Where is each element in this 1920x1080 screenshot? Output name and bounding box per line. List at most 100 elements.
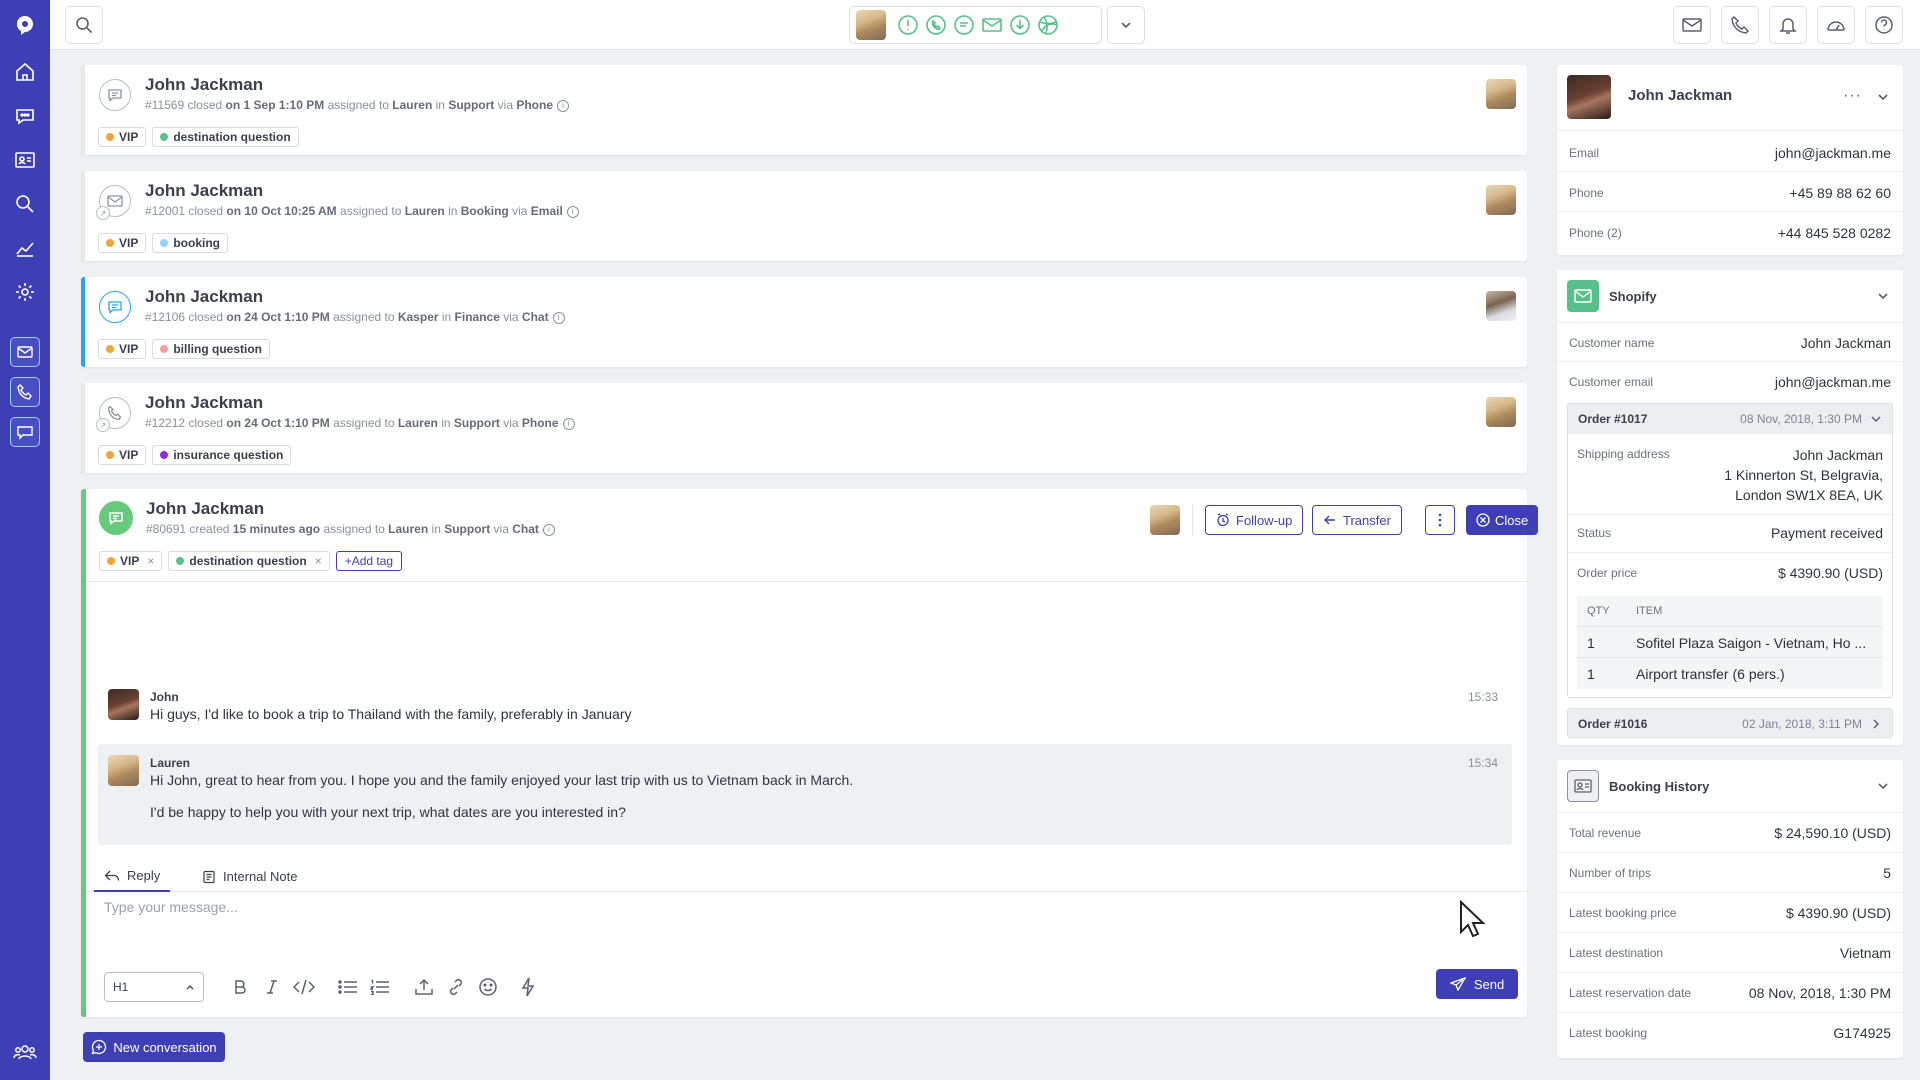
close-conversation-button[interactable]: Close (1466, 505, 1539, 535)
divider (1557, 972, 1903, 973)
link-icon[interactable] (440, 972, 472, 1002)
conversation-meta: #12106 closed on 24 Oct 1:10 PM assigned… (145, 310, 565, 324)
contact-avatar (1567, 75, 1611, 119)
contact-name: John Jackman (146, 499, 265, 518)
author-name: Lauren (150, 756, 191, 770)
home-icon[interactable] (0, 50, 50, 94)
assignee-avatar[interactable] (1150, 505, 1180, 535)
customer-email-row: Customer email john@jackman.me (1569, 374, 1891, 390)
remove-tag-icon[interactable]: × (147, 554, 154, 568)
message-input[interactable]: Type your message... (104, 899, 238, 915)
order-header[interactable]: Order #1016 02 Jan, 2018, 3:11 PM (1568, 709, 1892, 739)
add-tag-button[interactable]: +Add tag (335, 551, 403, 571)
conversation-card[interactable]: ↗ John Jackman #12001 closed on 10 Oct 1… (81, 171, 1527, 261)
phone-button[interactable] (1721, 6, 1759, 44)
lightning-icon[interactable] (512, 972, 544, 1002)
info-icon[interactable]: i (542, 523, 555, 536)
conversations-icon[interactable] (0, 94, 50, 138)
emoji-icon[interactable] (472, 972, 504, 1002)
tag: booking (152, 233, 229, 253)
divider (1557, 322, 1903, 323)
settings-icon[interactable] (0, 270, 50, 314)
new-conversation-button[interactable]: New conversation (83, 1032, 225, 1062)
upload-icon[interactable] (408, 972, 440, 1002)
send-button[interactable]: Send (1436, 969, 1518, 999)
contact-phone[interactable]: +45 89 88 62 60 (1789, 185, 1891, 201)
chat-bubble-icon (99, 291, 131, 323)
more-vertical-icon (1438, 513, 1442, 527)
more-options-button[interactable] (1425, 505, 1455, 535)
info-icon[interactable]: i (566, 205, 579, 218)
agent-status-bar[interactable] (849, 6, 1102, 44)
send-icon (1449, 977, 1466, 991)
bullet-list-icon[interactable] (332, 972, 364, 1002)
tab-internal-note[interactable]: Internal Note (196, 861, 303, 892)
contacts-icon[interactable] (0, 138, 50, 182)
tag-list: VIP destination question (98, 127, 299, 147)
info-icon[interactable]: i (562, 417, 575, 430)
notifications-button[interactable] (1769, 6, 1807, 44)
chevron-down-icon[interactable] (1876, 779, 1890, 793)
bold-icon[interactable] (224, 972, 256, 1002)
item-qty: 1 (1587, 666, 1595, 682)
message-time: 15:34 (1467, 756, 1498, 770)
chat-status-icon[interactable] (952, 13, 976, 37)
numbered-list-icon[interactable] (364, 972, 396, 1002)
order-card[interactable]: Order #1016 02 Jan, 2018, 3:11 PM (1567, 708, 1893, 739)
mouse-cursor-icon (1460, 900, 1485, 938)
reports-icon[interactable] (0, 226, 50, 270)
qty-header: QTY (1587, 605, 1610, 617)
chevron-down-icon[interactable] (1876, 90, 1890, 104)
contact-email[interactable]: john@jackman.me (1775, 145, 1891, 161)
email-button[interactable] (1673, 6, 1711, 44)
message-text: Hi John, great to hear from you. I hope … (150, 772, 854, 788)
assignee-avatar (1486, 185, 1516, 215)
tab-reply[interactable]: Reply (94, 861, 171, 892)
email-channel-icon[interactable] (10, 337, 40, 367)
more-horizontal-icon[interactable]: ··· (1843, 87, 1862, 105)
code-icon[interactable] (288, 972, 320, 1002)
download-status-icon[interactable] (1008, 13, 1032, 37)
booking-row: Number of trips 5 (1569, 865, 1891, 881)
conversation-card[interactable]: ↗ John Jackman #12212 closed on 24 Oct 1… (81, 383, 1527, 473)
logo-icon[interactable] (0, 0, 50, 50)
transfer-button[interactable]: Transfer (1312, 505, 1402, 535)
order-header[interactable]: Order #1017 08 Nov, 2018, 1:30 PM (1568, 404, 1892, 434)
global-search-button[interactable] (65, 6, 103, 44)
tag: billing question (152, 339, 271, 359)
remove-tag-icon[interactable]: × (315, 554, 322, 568)
heading-select[interactable]: H1 (104, 972, 204, 1002)
email-status-icon[interactable] (980, 13, 1004, 37)
phone-status-icon[interactable] (924, 13, 948, 37)
chat-bubble-icon (99, 501, 133, 535)
contact-phone2[interactable]: +44 845 528 0282 (1778, 225, 1891, 241)
info-status-icon[interactable] (896, 13, 920, 37)
help-button[interactable] (1865, 6, 1903, 44)
team-icon[interactable] (0, 1030, 50, 1074)
reply-tabs: Reply Internal Note (86, 861, 1527, 892)
status-dropdown-button[interactable] (1107, 6, 1145, 44)
phone-channel-icon[interactable] (10, 377, 40, 407)
conversation-card[interactable]: John Jackman #11569 closed on 1 Sep 1:10… (81, 65, 1527, 155)
order-card: Order #1017 08 Nov, 2018, 1:30 PM Shippin… (1567, 403, 1893, 698)
arrow-left-icon (1324, 515, 1335, 525)
divider (1192, 505, 1193, 535)
author-name: John (150, 690, 179, 704)
chat-channel-icon[interactable] (10, 417, 40, 447)
sports-status-icon[interactable] (1036, 13, 1060, 37)
info-icon[interactable]: i (557, 99, 569, 112)
conversation-card[interactable]: John Jackman #12106 closed on 24 Oct 1:1… (81, 277, 1527, 367)
bell-icon (1779, 18, 1797, 34)
speed-button[interactable] (1817, 6, 1855, 44)
tag: VIP (98, 339, 147, 359)
message-text: Hi guys, I'd like to book a trip to Thai… (150, 706, 632, 722)
speedometer-icon (1827, 21, 1845, 31)
info-icon[interactable]: i (552, 311, 565, 324)
contact-phone-row: Phone +45 89 88 62 60 (1569, 185, 1891, 201)
follow-up-button[interactable]: Follow-up (1205, 505, 1304, 535)
search-icon[interactable] (0, 182, 50, 226)
reply-icon (104, 870, 120, 881)
italic-icon[interactable] (256, 972, 288, 1002)
email-icon: ↗ (96, 185, 131, 220)
chevron-down-icon[interactable] (1876, 289, 1890, 303)
